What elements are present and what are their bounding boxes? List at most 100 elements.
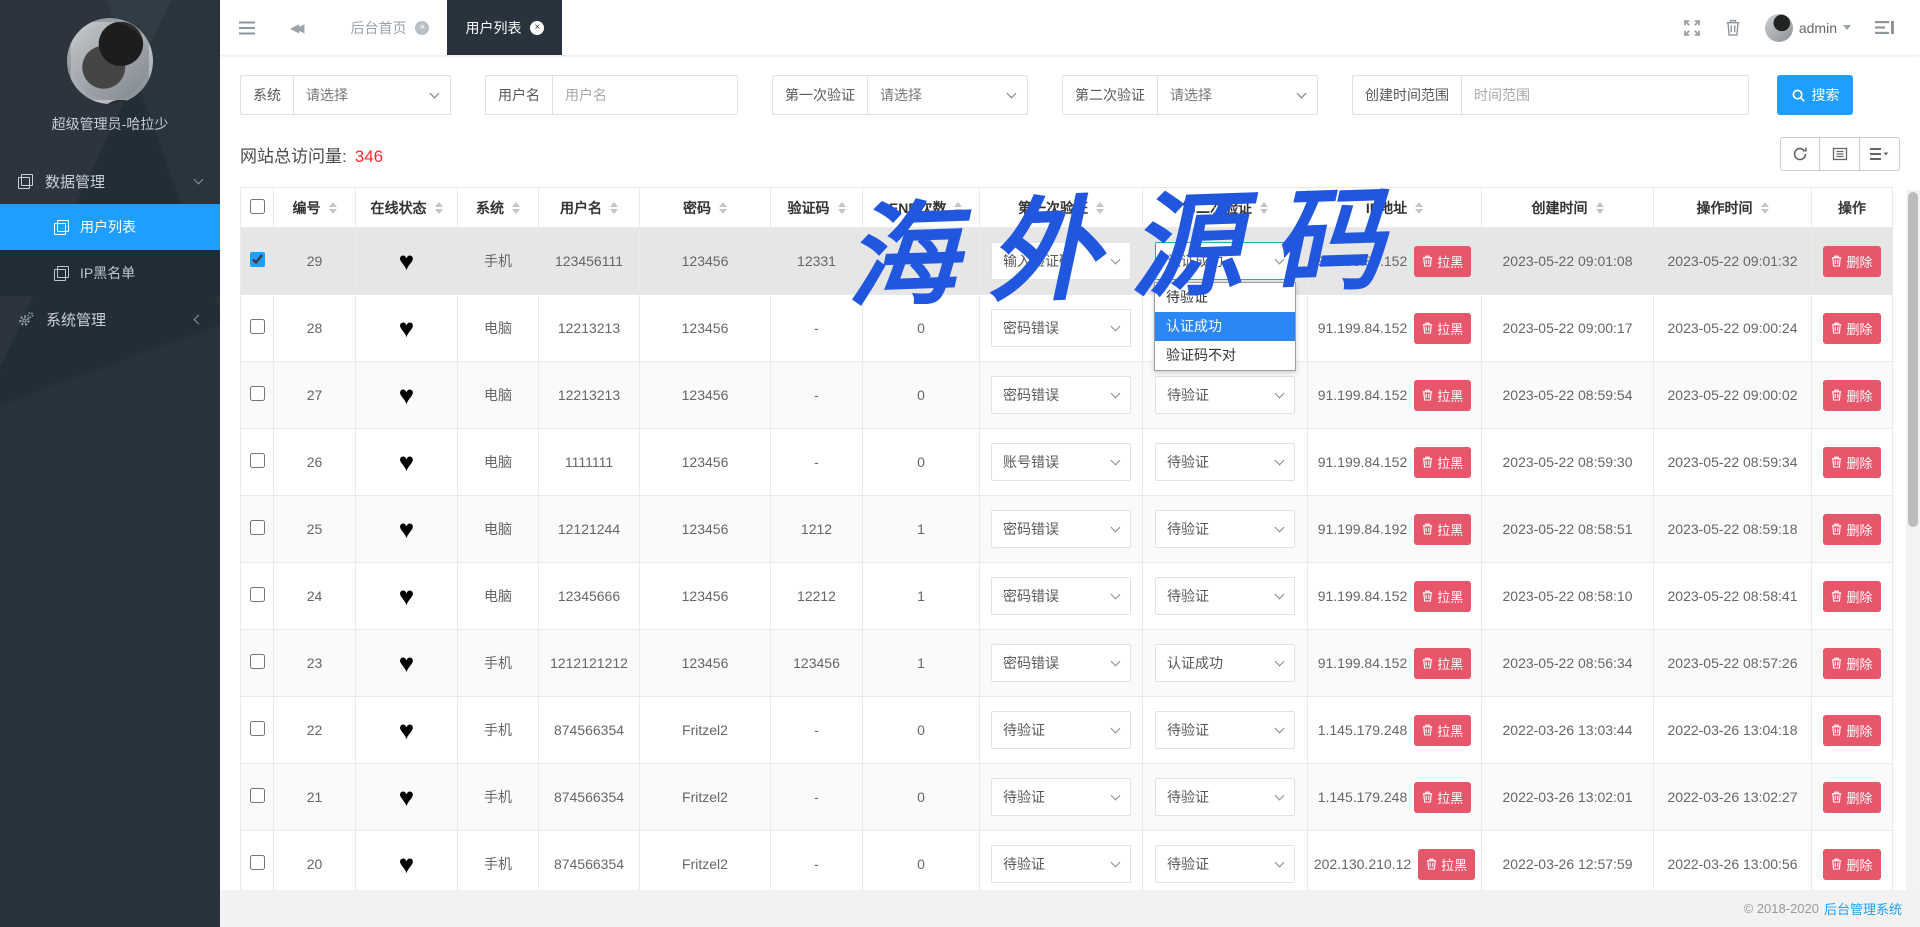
user-avatar[interactable] [67, 18, 153, 104]
second-verify-status-select[interactable]: 待验证 [1155, 376, 1295, 414]
dropdown-option[interactable]: 待验证 [1155, 283, 1295, 312]
sort-icon[interactable] [1260, 202, 1268, 214]
delete-button[interactable]: 删除 [1823, 648, 1880, 679]
second-verify-status-select[interactable]: 待验证 [1155, 577, 1295, 615]
first-verify-status-select[interactable]: 待验证 [991, 845, 1131, 883]
blacklist-button[interactable]: 拉黑 [1414, 447, 1471, 478]
close-icon[interactable]: × [530, 21, 544, 35]
row-checkbox[interactable] [250, 520, 265, 535]
close-icon[interactable]: × [415, 21, 429, 35]
second-verify-status-select[interactable]: 待验证 [1155, 510, 1295, 548]
sort-icon[interactable] [719, 202, 727, 214]
search-button[interactable]: 搜索 [1777, 75, 1853, 115]
column-header[interactable]: 用户名 [539, 188, 640, 228]
hamburger-menu-icon[interactable] [238, 21, 256, 35]
delete-button[interactable]: 删除 [1823, 447, 1880, 478]
column-header[interactable]: SEND次数 [863, 188, 980, 228]
delete-button[interactable]: 删除 [1823, 782, 1880, 813]
delete-button[interactable]: 删除 [1823, 849, 1880, 880]
first-verify-status-select[interactable]: 待验证 [991, 778, 1131, 816]
second-verify-status-select[interactable]: 待验证 [1155, 778, 1295, 816]
sort-icon[interactable] [1596, 202, 1604, 214]
row-checkbox[interactable] [250, 654, 265, 669]
second-verify-status-select[interactable]: 待验证 [1155, 845, 1295, 883]
dropdown-option[interactable]: 认证成功 [1155, 312, 1295, 341]
blacklist-button[interactable]: 拉黑 [1414, 715, 1471, 746]
sort-icon[interactable] [610, 202, 618, 214]
first-verify-status-select[interactable]: 输入验证码 [991, 242, 1131, 280]
blacklist-button[interactable]: 拉黑 [1414, 246, 1471, 277]
scroll-tabs-left-icon[interactable]: ◀◀ [290, 21, 306, 35]
column-header[interactable]: 创建时间 [1482, 188, 1654, 228]
column-header[interactable]: 第一次验证 [980, 188, 1143, 228]
sidebar-item-data-management[interactable]: 数据管理 [0, 158, 220, 204]
system-name-link[interactable]: 后台管理系统 [1824, 899, 1902, 918]
first-verify-status-select[interactable]: 密码错误 [991, 644, 1131, 682]
second-verify-status-select[interactable]: 待验证 [1155, 443, 1295, 481]
second-verify-status-select[interactable]: 待验证 [1155, 711, 1295, 749]
blacklist-button[interactable]: 拉黑 [1414, 514, 1471, 545]
row-checkbox[interactable] [250, 386, 265, 401]
sort-icon[interactable] [1096, 202, 1104, 214]
tab-user-list[interactable]: 用户列表 × [447, 0, 562, 55]
column-header[interactable]: 系统 [458, 188, 539, 228]
sort-icon[interactable] [435, 202, 443, 214]
first-verify-status-select[interactable]: 密码错误 [991, 376, 1131, 414]
username-input[interactable] [565, 87, 725, 103]
theme-list-icon[interactable] [1875, 20, 1894, 35]
row-checkbox[interactable] [250, 319, 265, 334]
scrollbar-track[interactable] [1906, 190, 1920, 890]
first-verify-status-select[interactable]: 密码错误 [991, 510, 1131, 548]
sidebar-item-ip-blacklist[interactable]: IP黑名单 [0, 250, 220, 296]
sort-icon[interactable] [954, 202, 962, 214]
row-checkbox[interactable] [250, 788, 265, 803]
row-checkbox[interactable] [250, 453, 265, 468]
column-header[interactable]: 操作时间 [1654, 188, 1812, 228]
first-verify-status-select[interactable]: 待验证 [991, 711, 1131, 749]
columns-menu-button[interactable] [1860, 137, 1900, 171]
column-header[interactable]: 编号 [274, 188, 356, 228]
column-header[interactable]: IP地址 [1308, 188, 1482, 228]
blacklist-button[interactable]: 拉黑 [1414, 648, 1471, 679]
select-all-checkbox[interactable] [250, 199, 265, 214]
second-verify-status-select[interactable]: 认证成功 [1155, 242, 1295, 280]
blacklist-button[interactable]: 拉黑 [1414, 313, 1471, 344]
row-checkbox[interactable] [250, 721, 265, 736]
column-header[interactable]: 第二次验证 [1143, 188, 1308, 228]
column-header[interactable]: 在线状态 [356, 188, 458, 228]
first-verify-select[interactable]: 请选择 [868, 75, 1028, 115]
second-verify-status-select[interactable]: 认证成功 [1155, 644, 1295, 682]
first-verify-status-select[interactable]: 密码错误 [991, 577, 1131, 615]
time-range-input[interactable] [1474, 87, 1736, 103]
row-checkbox[interactable] [250, 587, 265, 602]
delete-button[interactable]: 删除 [1823, 514, 1880, 545]
dropdown-option[interactable]: 验证码不对 [1155, 341, 1295, 370]
system-select[interactable]: 请选择 [294, 75, 451, 115]
fullscreen-icon[interactable] [1683, 19, 1701, 37]
user-menu[interactable]: admin [1765, 14, 1851, 42]
first-verify-status-select[interactable]: 密码错误 [991, 309, 1131, 347]
sort-icon[interactable] [1415, 202, 1423, 214]
row-checkbox[interactable] [250, 855, 265, 870]
second-verify-select[interactable]: 请选择 [1158, 75, 1318, 115]
blacklist-button[interactable]: 拉黑 [1414, 782, 1471, 813]
delete-button[interactable]: 删除 [1823, 380, 1880, 411]
row-checkbox[interactable] [250, 252, 265, 267]
tab-home[interactable]: 后台首页 × [332, 0, 447, 55]
sort-icon[interactable] [1761, 202, 1769, 214]
column-header[interactable]: 验证码 [771, 188, 863, 228]
delete-button[interactable]: 删除 [1823, 246, 1880, 277]
blacklist-button[interactable]: 拉黑 [1418, 849, 1475, 880]
blacklist-button[interactable]: 拉黑 [1414, 581, 1471, 612]
sort-icon[interactable] [512, 202, 520, 214]
refresh-button[interactable] [1780, 137, 1820, 171]
column-header[interactable]: 操作 [1812, 188, 1893, 228]
sidebar-item-system-management[interactable]: 系统管理 [0, 296, 220, 342]
sort-icon[interactable] [838, 202, 846, 214]
blacklist-button[interactable]: 拉黑 [1414, 380, 1471, 411]
detail-view-button[interactable] [1820, 137, 1860, 171]
first-verify-status-select[interactable]: 账号错误 [991, 443, 1131, 481]
delete-button[interactable]: 删除 [1823, 581, 1880, 612]
delete-button[interactable]: 删除 [1823, 715, 1880, 746]
scrollbar-thumb[interactable] [1908, 192, 1918, 527]
